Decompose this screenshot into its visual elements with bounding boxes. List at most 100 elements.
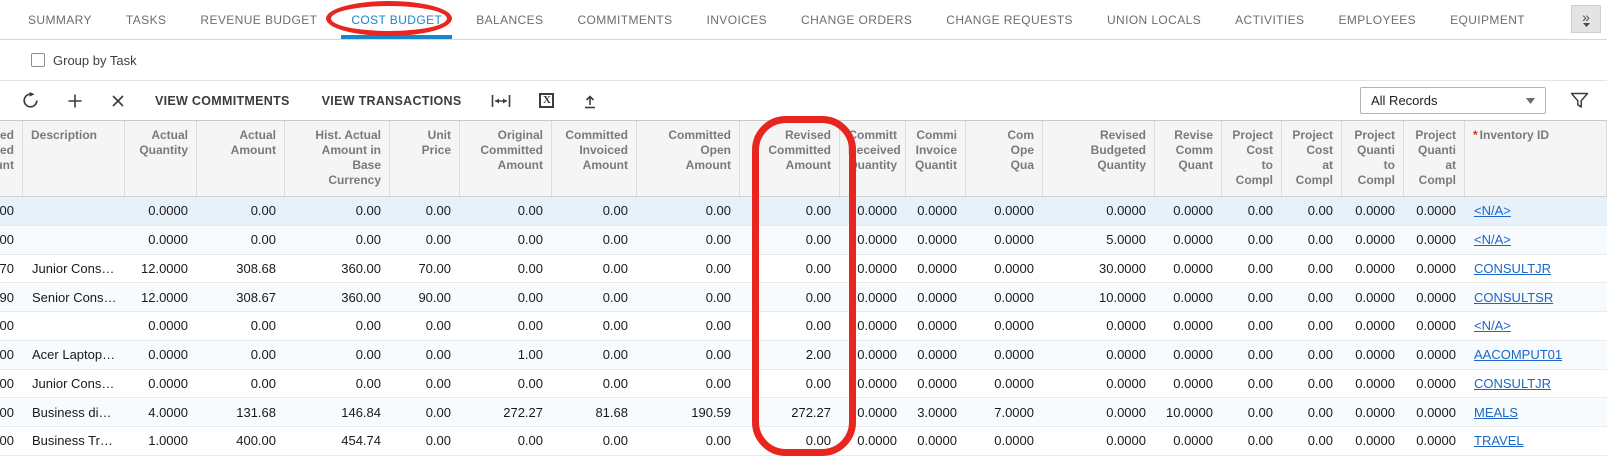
cell-project-cost-at-completion[interactable]: 0.00 — [1282, 197, 1342, 225]
records-filter-dropdown[interactable]: All Records — [1360, 87, 1546, 114]
cell-committed-invoiced-quantity[interactable]: 0.0000 — [906, 197, 966, 225]
cell-project-cost-at-completion[interactable]: 0.00 — [1282, 312, 1342, 340]
cell-project-quantity-to-complete[interactable]: 0.0000 — [1342, 312, 1404, 340]
cell-actual-quantity[interactable]: 0.0000 — [125, 341, 197, 369]
cell-unit-price[interactable]: 0.00 — [390, 427, 460, 455]
cell-original-committed-amount[interactable]: 0.00 — [460, 312, 552, 340]
cell-revised-budgeted-quantity[interactable]: 0.0000 — [1043, 197, 1155, 225]
cell-committed-open-amount[interactable]: 0.00 — [637, 255, 740, 283]
cell-project-quantity-to-complete[interactable]: 0.0000 — [1342, 341, 1404, 369]
cell-revised-budgeted-quantity[interactable]: 30.0000 — [1043, 255, 1155, 283]
column-header-actual-quantity[interactable]: Actual Quantity — [125, 121, 197, 196]
inventory-id-link[interactable]: CONSULTJR — [1474, 261, 1551, 276]
cell-project-cost-to-complete[interactable]: 0.00 — [1222, 197, 1282, 225]
column-header-project-quantity-to-complete[interactable]: Project Quanti to Compl — [1342, 121, 1404, 196]
filter-settings-button[interactable] — [1556, 86, 1603, 116]
table-row[interactable]: 00Acer Laptop…0.00000.000.000.001.000.00… — [0, 341, 1607, 370]
cell-committed-open-amount[interactable]: 190.59 — [637, 398, 740, 426]
view-commitments-button[interactable]: VIEW COMMITMENTS — [139, 86, 306, 116]
cell-committed-open-amount[interactable]: 0.00 — [637, 197, 740, 225]
cell-committed-open-quantity[interactable]: 0.0000 — [966, 427, 1043, 455]
cell-committed-invoiced-quantity[interactable]: 0.0000 — [906, 312, 966, 340]
refresh-button[interactable] — [8, 86, 53, 116]
cell-actual-amount[interactable]: 0.00 — [197, 370, 285, 398]
cell-unit-price[interactable]: 90.00 — [390, 283, 460, 311]
cell-project-cost-to-complete[interactable]: 0.00 — [1222, 255, 1282, 283]
cell-committed-invoiced-quantity[interactable]: 0.0000 — [906, 341, 966, 369]
table-row[interactable]: 70Junior Cons…12.0000308.68360.0070.000.… — [0, 255, 1607, 284]
cell-actual-quantity[interactable]: 0.0000 — [125, 370, 197, 398]
cell-revised-committed-quantity[interactable]: 0.0000 — [1155, 312, 1222, 340]
cell-revised-budgeted-amount-clipped[interactable]: 00 — [0, 370, 23, 398]
cell-committed-received-quantity[interactable]: 0.0000 — [840, 255, 906, 283]
cell-project-cost-at-completion[interactable]: 0.00 — [1282, 341, 1342, 369]
cell-hist-actual-amount-in-base-currency[interactable]: 0.00 — [285, 341, 390, 369]
column-header-committed-open-amount[interactable]: Committed Open Amount — [637, 121, 740, 196]
cell-committed-open-quantity[interactable]: 7.0000 — [966, 398, 1043, 426]
cell-committed-received-quantity[interactable]: 0.0000 — [840, 226, 906, 254]
cell-hist-actual-amount-in-base-currency[interactable]: 360.00 — [285, 283, 390, 311]
cell-original-committed-amount[interactable]: 1.00 — [460, 341, 552, 369]
column-header-project-quantity-at-completion[interactable]: Project Quanti at Compl — [1404, 121, 1465, 196]
cell-committed-open-quantity[interactable]: 0.0000 — [966, 197, 1043, 225]
cell-actual-amount[interactable]: 400.00 — [197, 427, 285, 455]
cell-project-cost-to-complete[interactable]: 0.00 — [1222, 370, 1282, 398]
cell-hist-actual-amount-in-base-currency[interactable]: 454.74 — [285, 427, 390, 455]
cell-actual-amount[interactable]: 308.67 — [197, 283, 285, 311]
cell-committed-invoiced-quantity[interactable]: 3.0000 — [906, 398, 966, 426]
cell-revised-committed-quantity[interactable]: 0.0000 — [1155, 370, 1222, 398]
table-row[interactable]: 000.00000.000.000.000.000.000.000.000.00… — [0, 226, 1607, 255]
tab-change-requests[interactable]: CHANGE REQUESTS — [946, 0, 1073, 39]
cell-revised-committed-amount[interactable]: 0.00 — [740, 197, 840, 225]
column-header-description[interactable]: Description — [23, 121, 125, 196]
cell-inventory-id[interactable]: <N/A> — [1465, 226, 1607, 254]
cell-inventory-id[interactable]: CONSULTJR — [1465, 370, 1607, 398]
cell-revised-committed-amount[interactable]: 0.00 — [740, 255, 840, 283]
cell-project-quantity-to-complete[interactable]: 0.0000 — [1342, 255, 1404, 283]
cell-revised-committed-amount[interactable]: 2.00 — [740, 341, 840, 369]
cell-actual-amount[interactable]: 0.00 — [197, 197, 285, 225]
cell-actual-quantity[interactable]: 0.0000 — [125, 197, 197, 225]
cell-actual-quantity[interactable]: 4.0000 — [125, 398, 197, 426]
cell-committed-received-quantity[interactable]: 0.0000 — [840, 398, 906, 426]
table-row[interactable]: 90Senior Cons…12.0000308.67360.0090.000.… — [0, 283, 1607, 312]
cell-inventory-id[interactable]: TRAVEL — [1465, 427, 1607, 455]
column-header-actual-amount[interactable]: Actual Amount — [197, 121, 285, 196]
cell-unit-price[interactable]: 70.00 — [390, 255, 460, 283]
cell-project-quantity-to-complete[interactable]: 0.0000 — [1342, 398, 1404, 426]
cell-committed-invoiced-quantity[interactable]: 0.0000 — [906, 427, 966, 455]
cell-actual-amount[interactable]: 308.68 — [197, 255, 285, 283]
cell-description[interactable] — [23, 226, 125, 254]
cell-revised-budgeted-quantity[interactable]: 0.0000 — [1043, 341, 1155, 369]
cell-committed-open-amount[interactable]: 0.00 — [637, 312, 740, 340]
cell-committed-open-amount[interactable]: 0.00 — [637, 283, 740, 311]
tab-employees[interactable]: EMPLOYEES — [1338, 0, 1416, 39]
cell-committed-open-quantity[interactable]: 0.0000 — [966, 226, 1043, 254]
table-row[interactable]: 00Business di…4.0000131.68146.840.00272.… — [0, 398, 1607, 427]
cell-actual-amount[interactable]: 0.00 — [197, 341, 285, 369]
cell-committed-invoiced-amount[interactable]: 0.00 — [552, 341, 637, 369]
cell-revised-budgeted-quantity[interactable]: 0.0000 — [1043, 398, 1155, 426]
cell-hist-actual-amount-in-base-currency[interactable]: 0.00 — [285, 197, 390, 225]
cell-committed-open-quantity[interactable]: 0.0000 — [966, 283, 1043, 311]
cell-project-quantity-at-completion[interactable]: 0.0000 — [1404, 226, 1465, 254]
column-header-committed-received-quantity[interactable]: Committ Received Quantity — [840, 121, 906, 196]
cell-revised-budgeted-amount-clipped[interactable]: 70 — [0, 255, 23, 283]
tab-tasks[interactable]: TASKS — [126, 0, 166, 39]
cell-unit-price[interactable]: 0.00 — [390, 312, 460, 340]
cell-original-committed-amount[interactable]: 0.00 — [460, 197, 552, 225]
cell-project-cost-to-complete[interactable]: 0.00 — [1222, 283, 1282, 311]
group-by-task-checkbox[interactable] — [31, 53, 45, 67]
column-header-hist-actual-amount-in-base-currency[interactable]: Hist. Actual Amount in Base Currency — [285, 121, 390, 196]
cell-revised-committed-quantity[interactable]: 0.0000 — [1155, 255, 1222, 283]
cell-inventory-id[interactable]: MEALS — [1465, 398, 1607, 426]
column-header-revised-committed-quantity[interactable]: Revise Comm Quant — [1155, 121, 1222, 196]
inventory-id-link[interactable]: CONSULTSR — [1474, 290, 1553, 305]
cell-description[interactable]: Acer Laptop… — [23, 341, 125, 369]
cell-project-quantity-at-completion[interactable]: 0.0000 — [1404, 427, 1465, 455]
cell-revised-budgeted-amount-clipped[interactable]: 00 — [0, 312, 23, 340]
tab-commitments[interactable]: COMMITMENTS — [577, 0, 672, 39]
cell-committed-received-quantity[interactable]: 0.0000 — [840, 370, 906, 398]
cell-description[interactable]: Business Tr… — [23, 427, 125, 455]
cell-unit-price[interactable]: 0.00 — [390, 341, 460, 369]
